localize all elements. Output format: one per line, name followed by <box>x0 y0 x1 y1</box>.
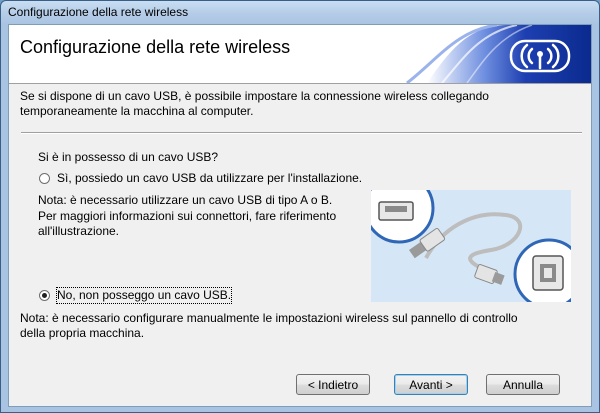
back-button[interactable]: < Indietro <box>296 374 370 395</box>
question-text: Si è in possesso di un cavo USB? <box>38 150 219 164</box>
note-no-line-1: Nota: è necessario configurare manualmen… <box>20 311 518 325</box>
title-bar[interactable]: Configurazione della rete wireless <box>1 1 599 23</box>
intro-line-1: Se si dispone di un cavo USB, è possibil… <box>20 89 489 103</box>
note-yes-line-2: Per maggiori informazioni sui connettori… <box>38 209 337 223</box>
intro-line-2: temporaneamente la macchina al computer. <box>20 104 254 118</box>
radio-no[interactable] <box>39 290 50 301</box>
radio-yes[interactable] <box>39 173 50 184</box>
dialog-window: Configurazione della rete wireless Confi… <box>0 0 600 413</box>
section-divider <box>21 132 582 134</box>
dialog-content: Configurazione della rete wireless Se si… <box>8 24 592 407</box>
window-title: Configurazione della rete wireless <box>8 5 189 19</box>
radio-yes-label[interactable]: Sì, possiedo un cavo USB da utilizzare p… <box>57 171 362 186</box>
note-yes-line-3: all'illustrazione. <box>38 224 119 238</box>
next-button[interactable]: Avanti > <box>394 374 468 395</box>
page-title: Configurazione della rete wireless <box>20 37 291 57</box>
radio-no-label[interactable]: No, non posseggo un cavo USB. <box>55 287 233 304</box>
header-divider <box>9 83 591 84</box>
note-no-line-2: della propria macchina. <box>20 326 145 340</box>
header-panel: Configurazione della rete wireless <box>9 25 591 83</box>
usb-cable-illustration <box>371 190 571 302</box>
note-yes-line-1: Nota: è necessario utilizzare un cavo US… <box>38 193 333 207</box>
cancel-button[interactable]: Annulla <box>486 374 560 395</box>
wireless-signal-icon <box>387 25 591 83</box>
